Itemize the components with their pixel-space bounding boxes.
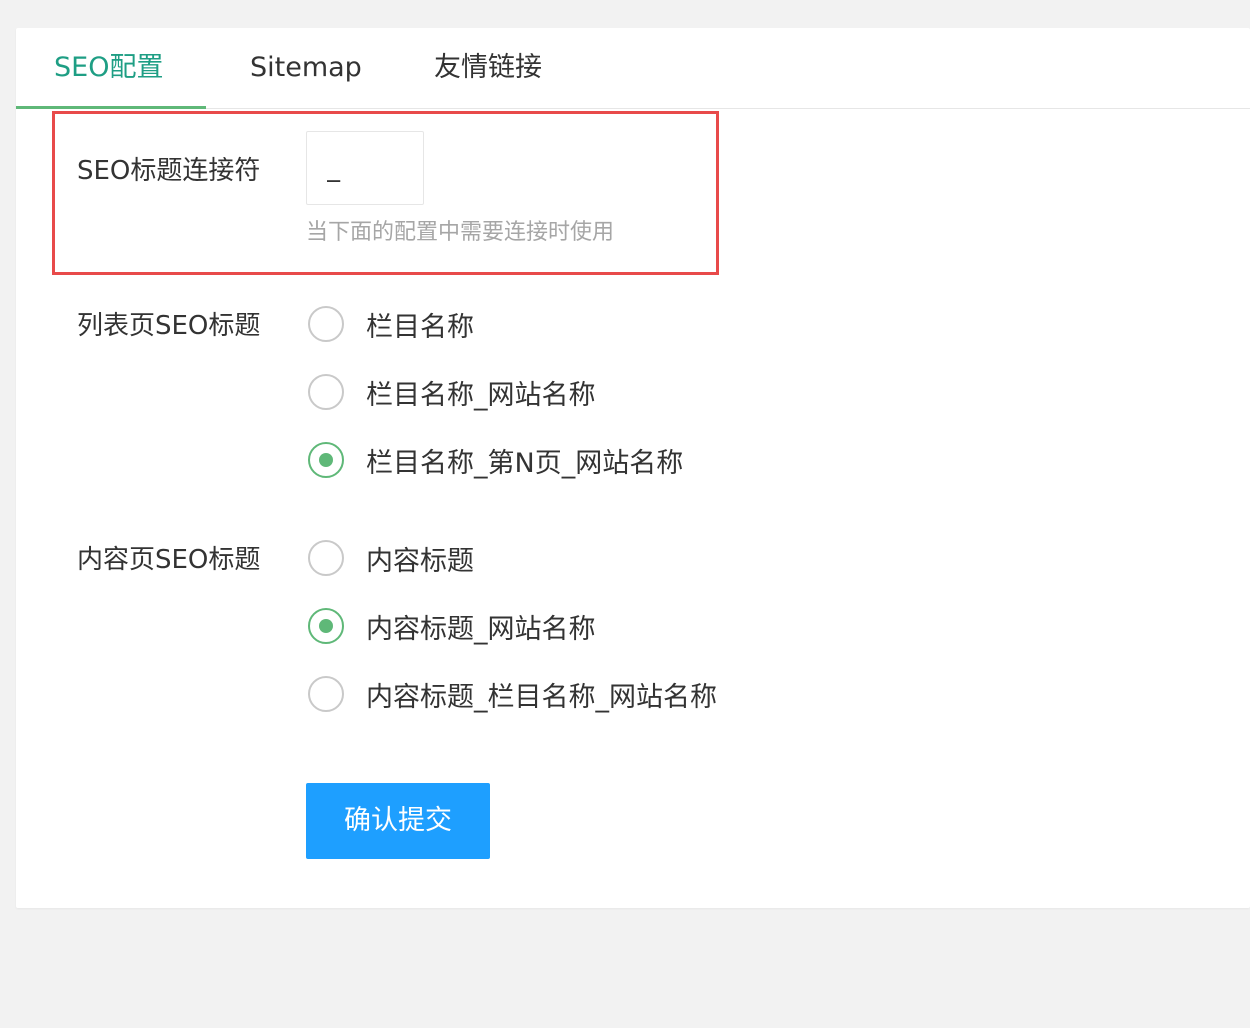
separator-label: SEO标题连接符 bbox=[77, 156, 261, 186]
list-title-option-column-page-site[interactable]: 栏目名称_第N页_网站名称 bbox=[308, 438, 683, 482]
tab-friend-links[interactable]: 友情链接 bbox=[434, 28, 542, 108]
radio-option-label: 内容标题_栏目名称_网站名称 bbox=[366, 681, 717, 713]
separator-input[interactable] bbox=[306, 131, 424, 205]
content-title-option-title[interactable]: 内容标题 bbox=[308, 536, 474, 580]
radio-checked-icon[interactable] bbox=[308, 608, 344, 644]
submit-button[interactable]: 确认提交 bbox=[306, 783, 490, 859]
content-title-label: 内容页SEO标题 bbox=[77, 545, 261, 575]
content-title-option-title-site[interactable]: 内容标题_网站名称 bbox=[308, 604, 596, 648]
radio-option-label: 内容标题 bbox=[366, 545, 474, 577]
radio-unchecked-icon[interactable] bbox=[308, 540, 344, 576]
list-title-option-column-name[interactable]: 栏目名称 bbox=[308, 302, 474, 346]
radio-checked-icon[interactable] bbox=[308, 442, 344, 478]
separator-hint: 当下面的配置中需要连接时使用 bbox=[306, 220, 615, 245]
tab-bar: SEO配置 Sitemap 友情链接 bbox=[16, 28, 1250, 109]
radio-option-label: 栏目名称_第N页_网站名称 bbox=[366, 447, 684, 479]
radio-option-label: 栏目名称_网站名称 bbox=[366, 379, 596, 411]
list-title-label: 列表页SEO标题 bbox=[77, 311, 261, 341]
content-title-option-title-column-site[interactable]: 内容标题_栏目名称_网站名称 bbox=[308, 672, 717, 716]
list-title-option-column-site[interactable]: 栏目名称_网站名称 bbox=[308, 370, 596, 414]
active-tab-underline bbox=[16, 106, 206, 109]
radio-option-label: 内容标题_网站名称 bbox=[366, 613, 596, 645]
radio-option-label: 栏目名称 bbox=[366, 311, 474, 343]
settings-card: SEO配置 Sitemap 友情链接 SEO标题连接符 当下面的配置中需要连接时… bbox=[16, 28, 1250, 908]
radio-unchecked-icon[interactable] bbox=[308, 676, 344, 712]
tab-seo-config[interactable]: SEO配置 bbox=[54, 28, 163, 108]
tab-sitemap[interactable]: Sitemap bbox=[250, 28, 362, 108]
radio-unchecked-icon[interactable] bbox=[308, 306, 344, 342]
radio-unchecked-icon[interactable] bbox=[308, 374, 344, 410]
